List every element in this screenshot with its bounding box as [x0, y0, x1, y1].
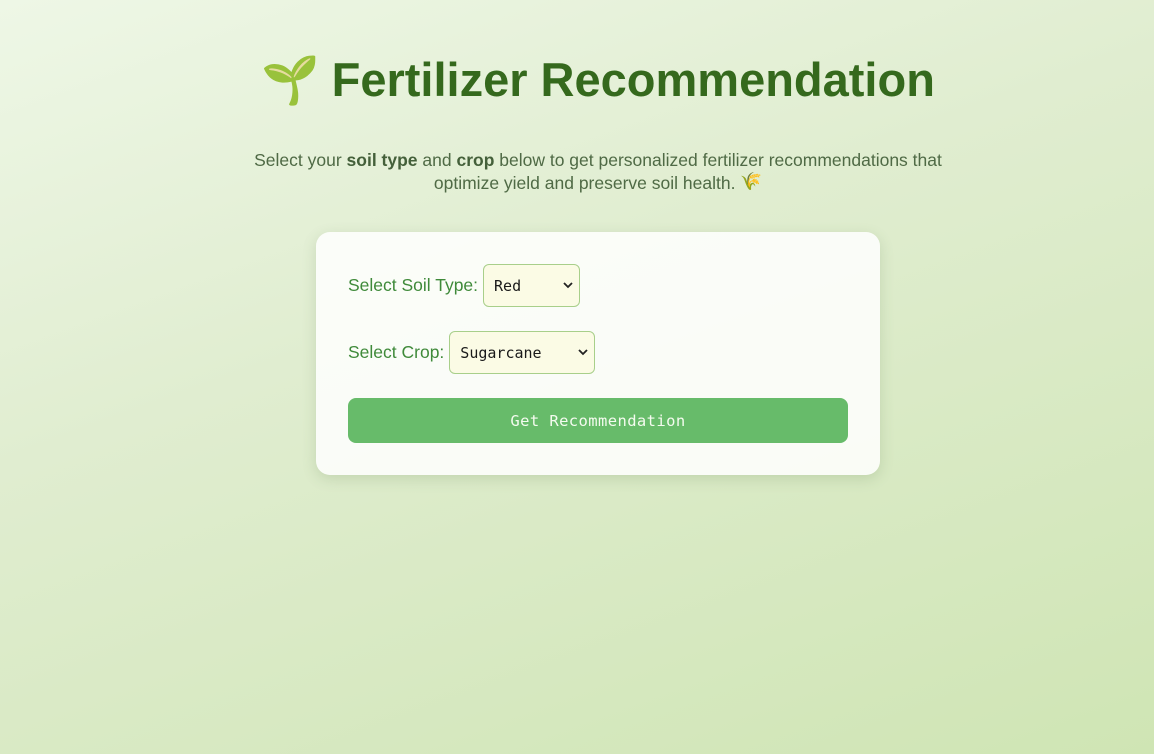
soil-type-row: Select Soil Type: Red [348, 264, 581, 307]
intro-part-1: Select your [254, 150, 347, 170]
crop-row: Select Crop: Sugarcane [348, 331, 596, 374]
wheat-icon: 🌾 [740, 170, 763, 191]
intro-part-2: and [417, 150, 457, 170]
page-title-text: Fertilizer Recommendation [331, 53, 935, 106]
seedling-icon: 🌱 [261, 52, 320, 106]
chevron-down-icon [563, 281, 573, 291]
soil-type-select[interactable]: Red [483, 264, 581, 307]
soil-type-label: Select Soil Type: [348, 275, 479, 295]
crop-selected-value: Sugarcane [460, 343, 542, 362]
soil-type-selected-value: Red [494, 276, 522, 295]
crop-label: Select Crop: [348, 342, 445, 362]
intro-bold-crop: crop [456, 150, 495, 170]
recommendation-form-card: Select Soil Type: Red Select Crop: Sugar… [316, 232, 880, 475]
intro-part-3: below to get personalized fertilizer rec… [433, 150, 942, 193]
get-recommendation-button[interactable]: Get Recommendation [348, 398, 848, 443]
intro-bold-soil-type: soil type [346, 150, 418, 170]
page-title: 🌱 Fertilizer Recommendation [0, 50, 1154, 114]
chevron-down-icon [578, 348, 588, 358]
intro-text: Select your soil type and crop below to … [240, 149, 956, 196]
crop-select[interactable]: Sugarcane [449, 331, 596, 374]
